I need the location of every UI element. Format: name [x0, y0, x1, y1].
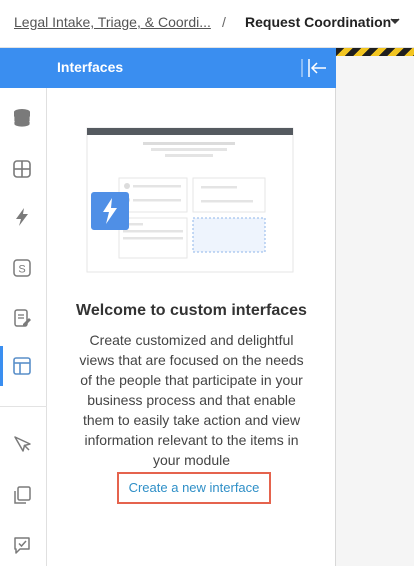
pin-cursor-icon[interactable]: [11, 433, 33, 455]
edit-document-icon[interactable]: [11, 307, 33, 329]
copy-icon[interactable]: [11, 484, 33, 506]
database-icon[interactable]: [11, 107, 33, 129]
grid-icon[interactable]: [11, 158, 33, 180]
breadcrumb-current-module[interactable]: Request Coordination: [245, 14, 391, 30]
create-new-interface-link[interactable]: Create a new interface: [117, 472, 271, 504]
active-indicator: [0, 346, 3, 386]
breadcrumb-separator: /: [222, 14, 226, 30]
layout-icon[interactable]: [11, 355, 33, 377]
collapse-panel-icon[interactable]: [301, 56, 329, 80]
checkbox-icon[interactable]: [11, 534, 33, 556]
hazard-stripe: [336, 48, 414, 56]
main-canvas: [336, 48, 414, 566]
breadcrumb-parent-link[interactable]: Legal Intake, Triage, & Coordi...: [14, 14, 211, 30]
left-rail: S: [0, 48, 47, 566]
interfaces-illustration: [86, 127, 294, 273]
welcome-description: Create customized and delightful views t…: [79, 332, 304, 468]
s-badge-icon[interactable]: S: [11, 257, 33, 279]
rail-divider: [0, 406, 47, 407]
lightning-icon[interactable]: [11, 206, 33, 228]
panel-header: Interfaces: [47, 48, 336, 88]
panel-title: Interfaces: [57, 59, 124, 75]
breadcrumb: Legal Intake, Triage, & Coordi... / Requ…: [0, 0, 414, 48]
chevron-down-icon[interactable]: [388, 14, 402, 28]
rail-header: [0, 48, 47, 88]
s-badge-letter: S: [18, 264, 25, 276]
welcome-title: Welcome to custom interfaces: [76, 302, 307, 319]
interfaces-panel: Interfaces Welcome to custom interfaces …: [47, 48, 336, 566]
